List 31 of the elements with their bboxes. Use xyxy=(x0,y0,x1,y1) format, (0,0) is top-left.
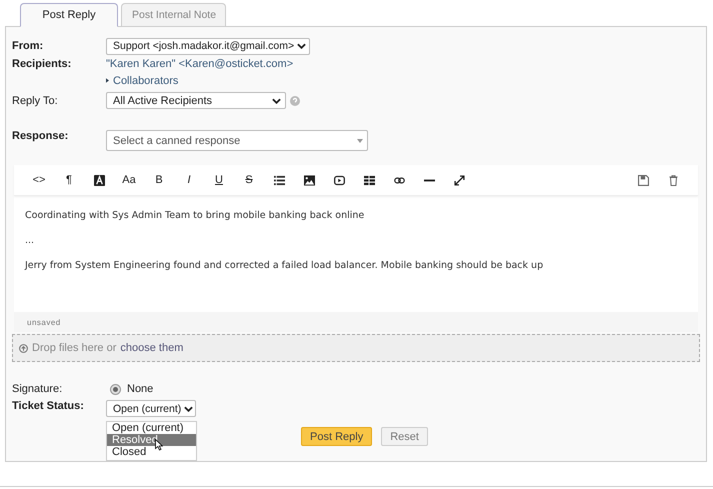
collaborators-link[interactable]: Collaborators xyxy=(106,74,178,86)
message-editor[interactable]: Coordinating with Sys Admin Team to bring mobile banking back online ... Jerry from System Engineering found and corrected a failed load balancer. Mobile banking should be back up xyxy=(14,196,698,312)
underline-button[interactable]: U xyxy=(204,174,234,186)
post-reply-button[interactable]: Post Reply xyxy=(301,427,372,446)
field-label: Response: xyxy=(12,130,70,142)
dropzone-text: Drop files here or xyxy=(32,342,116,354)
italic-button[interactable]: I xyxy=(174,174,204,186)
reset-button[interactable]: Reset xyxy=(381,427,428,446)
field-label: Signature: xyxy=(12,383,64,395)
recipient-link[interactable]: "Karen Karen" <Karen@osticket.com> xyxy=(106,58,294,70)
field-label: From: xyxy=(12,40,44,52)
strikethrough-button[interactable]: S xyxy=(234,174,264,186)
field-label: Ticket Status: xyxy=(12,400,85,412)
toolbar-button[interactable]: Aa xyxy=(114,174,144,186)
ticket-status-select[interactable]: Open (current) xyxy=(106,400,196,417)
reply-to-select[interactable]: All Active Recipients xyxy=(106,92,286,109)
dropdown-option[interactable]: Closed xyxy=(107,446,196,458)
dropdown-option[interactable]: Open (current) xyxy=(107,422,196,434)
dropdown-option[interactable]: Resolved xyxy=(107,434,196,446)
field-label: Reply To: xyxy=(12,94,59,106)
tab[interactable]: Post Reply xyxy=(20,3,118,27)
field-label: Recipients: xyxy=(12,58,72,70)
from-select[interactable]: Support <josh.madakor.it@gmail.com> xyxy=(106,38,310,54)
toolbar-button[interactable]: B xyxy=(144,174,174,186)
save-status: unsaved xyxy=(27,318,61,326)
radio-label: None xyxy=(127,383,154,395)
toolbar-button[interactable]: <> xyxy=(24,174,54,186)
canned-response-select[interactable]: Select a canned response xyxy=(106,130,368,151)
file-dropzone[interactable]: Drop files here or choose them xyxy=(12,334,700,362)
toolbar-button[interactable]: ¶ xyxy=(54,174,84,186)
choose-files-link[interactable]: choose them xyxy=(120,342,184,354)
